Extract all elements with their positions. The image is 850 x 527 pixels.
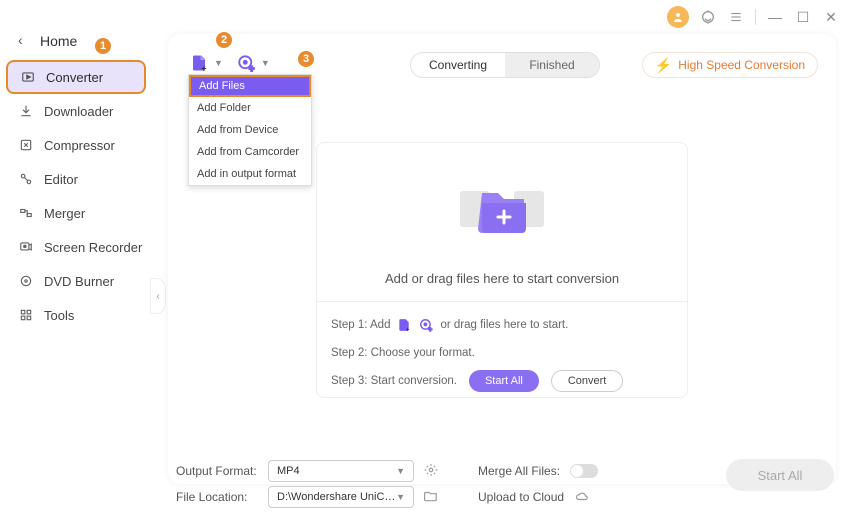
minimize-button[interactable]: —	[766, 8, 784, 26]
svg-text:+: +	[249, 63, 254, 72]
user-avatar[interactable]	[667, 6, 689, 28]
sidebar-collapse-handle[interactable]: ‹	[150, 278, 166, 314]
sidebar-item-dvd[interactable]: DVD Burner	[6, 264, 146, 298]
output-format-label: Output Format:	[176, 464, 258, 478]
high-speed-button[interactable]: ⚡ High Speed Conversion	[642, 52, 818, 78]
step2: Step 2: Choose your format.	[331, 339, 673, 367]
hsc-label: High Speed Conversion	[678, 58, 805, 72]
start-all-mini-button[interactable]: Start All	[469, 370, 539, 392]
sidebar-item-tools[interactable]: Tools	[6, 298, 146, 332]
sidebar-label: DVD Burner	[44, 274, 114, 289]
add-dropdown-menu: Add Files Add Folder Add from Device Add…	[188, 74, 312, 186]
sidebar-item-recorder[interactable]: Screen Recorder	[6, 230, 146, 264]
add-disc-dropdown-caret[interactable]: ▼	[261, 58, 270, 68]
menu-add-files[interactable]: Add Files	[189, 75, 311, 97]
convert-mini-button[interactable]: Convert	[551, 370, 624, 392]
tab-converting[interactable]: Converting	[411, 53, 505, 77]
tools-icon	[18, 307, 34, 323]
recorder-icon	[18, 239, 34, 255]
merge-toggle[interactable]	[570, 464, 598, 478]
drop-zone[interactable]: Add or drag files here to start conversi…	[316, 142, 688, 398]
file-location-select[interactable]: D:\Wondershare UniConverter 1 ▼	[268, 486, 414, 508]
sidebar: Converter Downloader Compressor Editor M…	[6, 60, 146, 332]
tab-finished[interactable]: Finished	[505, 53, 599, 77]
merger-icon	[18, 205, 34, 221]
svg-text:+: +	[406, 326, 410, 332]
add-disc-mini-icon[interactable]: +	[418, 317, 434, 333]
sidebar-item-editor[interactable]: Editor	[6, 162, 146, 196]
output-format-select[interactable]: MP4 ▼	[268, 460, 414, 482]
main-panel: + ▼ + ▼ Converting Finished ⚡ High Speed…	[168, 34, 836, 484]
chevron-down-icon: ▼	[396, 492, 405, 502]
dvd-icon	[18, 273, 34, 289]
sidebar-item-compressor[interactable]: Compressor	[6, 128, 146, 162]
menu-icon[interactable]	[727, 8, 745, 26]
annotation-badge-3: 3	[296, 49, 316, 69]
svg-text:+: +	[201, 63, 206, 72]
dropzone-title: Add or drag files here to start conversi…	[317, 271, 687, 286]
close-button[interactable]: ✕	[822, 8, 840, 26]
output-format-value: MP4	[277, 465, 300, 477]
upload-cloud-label: Upload to Cloud	[478, 490, 564, 504]
sidebar-label: Downloader	[44, 104, 113, 119]
sidebar-item-converter[interactable]: Converter	[6, 60, 146, 94]
back-button[interactable]: ‹	[18, 32, 23, 48]
sidebar-label: Merger	[44, 206, 85, 221]
add-file-icon[interactable]: +	[188, 52, 210, 74]
annotation-badge-2: 2	[214, 30, 234, 50]
sidebar-label: Compressor	[44, 138, 115, 153]
status-tabs: Converting Finished	[410, 52, 600, 78]
converter-icon	[20, 69, 36, 85]
file-location-value: D:\Wondershare UniConverter 1	[277, 491, 396, 503]
step3: Step 3: Start conversion.	[331, 367, 457, 395]
start-all-button[interactable]: Start All	[726, 459, 834, 491]
maximize-button[interactable]: ☐	[794, 8, 812, 26]
home-link[interactable]: Home	[40, 33, 77, 49]
open-folder-icon[interactable]	[424, 489, 438, 506]
sidebar-label: Converter	[46, 70, 103, 85]
chevron-down-icon: ▼	[396, 466, 405, 476]
steps-block: Step 1: Add + + or drag files here to st…	[331, 311, 673, 395]
editor-icon	[18, 171, 34, 187]
svg-text:+: +	[429, 326, 433, 332]
download-icon	[18, 103, 34, 119]
merge-label: Merge All Files:	[478, 464, 560, 478]
step1-post: or drag files here to start.	[440, 311, 568, 339]
bolt-icon: ⚡	[655, 57, 672, 74]
sidebar-label: Screen Recorder	[44, 240, 142, 255]
add-disc-icon[interactable]: +	[235, 52, 257, 74]
support-icon[interactable]	[699, 8, 717, 26]
menu-add-folder[interactable]: Add Folder	[189, 97, 311, 119]
sidebar-label: Editor	[44, 172, 78, 187]
settings-gear-icon[interactable]	[424, 463, 438, 480]
add-file-mini-icon[interactable]: +	[396, 317, 412, 333]
sidebar-item-downloader[interactable]: Downloader	[6, 94, 146, 128]
cloud-icon[interactable]	[574, 489, 590, 506]
sidebar-item-merger[interactable]: Merger	[6, 196, 146, 230]
menu-add-device[interactable]: Add from Device	[189, 119, 311, 141]
step1-pre: Step 1: Add	[331, 311, 390, 339]
menu-add-output-format[interactable]: Add in output format	[189, 163, 311, 185]
sidebar-label: Tools	[44, 308, 74, 323]
compressor-icon	[18, 137, 34, 153]
annotation-badge-1: 1	[93, 36, 113, 56]
menu-add-camcorder[interactable]: Add from Camcorder	[189, 141, 311, 163]
file-location-label: File Location:	[176, 490, 258, 504]
folder-illustration	[442, 173, 562, 243]
add-file-dropdown-caret[interactable]: ▼	[214, 58, 223, 68]
